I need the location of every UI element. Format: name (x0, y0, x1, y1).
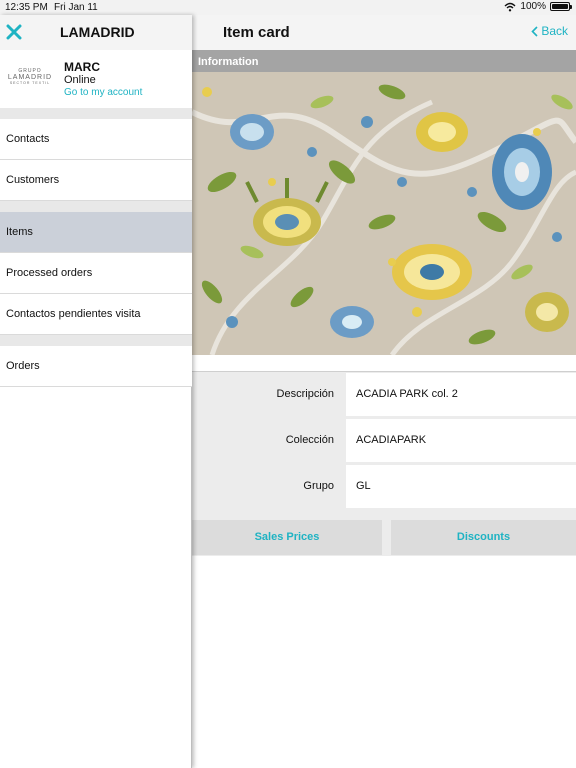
account-link[interactable]: Go to my account (64, 87, 142, 98)
side-menu: LAMADRID GRUPO LAMADRID SECTOR TEXTIL MA… (0, 15, 192, 768)
field-value: ACADIAPARK (346, 419, 576, 462)
battery-percent: 100% (520, 1, 546, 12)
divider (192, 355, 576, 372)
menu-item-contactos-pendientes[interactable]: Contactos pendientes visita (0, 294, 192, 335)
user-name: MARC (64, 60, 100, 74)
field-row-descripcion: Descripción ACADIA PARK col. 2 (192, 373, 576, 416)
battery-icon (550, 2, 572, 11)
menu-separator (0, 108, 192, 119)
fabric-pattern (192, 72, 576, 355)
menu-item-orders[interactable]: Orders (0, 346, 192, 387)
field-value: ACADIA PARK col. 2 (346, 373, 576, 416)
item-card-pane: Item card Back Information Descripción A… (192, 15, 576, 768)
status-right: 100% (504, 1, 572, 12)
field-label: Descripción (192, 373, 342, 416)
status-date: Fri Jan 11 (54, 2, 98, 13)
status-time: 12:35 PM (5, 2, 48, 13)
field-row-coleccion: Colección ACADIAPARK (192, 419, 576, 462)
menu-item-processed-orders[interactable]: Processed orders (0, 253, 192, 294)
menu-header: LAMADRID (0, 15, 192, 50)
company-logo: GRUPO LAMADRID SECTOR TEXTIL (7, 68, 53, 85)
field-label: Colección (192, 419, 342, 462)
field-row-grupo: Grupo GL (192, 465, 576, 508)
user-status: Online (64, 74, 96, 86)
close-icon[interactable] (6, 24, 22, 40)
discounts-button[interactable]: Discounts (391, 520, 576, 555)
page-title: Item card (223, 24, 290, 41)
item-image (192, 72, 576, 355)
wifi-icon (504, 2, 516, 11)
status-bar: 12:35 PM Fri Jan 11 100% (0, 0, 576, 15)
user-block: GRUPO LAMADRID SECTOR TEXTIL MARC Online… (0, 50, 192, 108)
menu-separator (0, 201, 192, 212)
menu-item-items[interactable]: Items (0, 212, 192, 253)
back-label: Back (541, 24, 568, 38)
sales-prices-button[interactable]: Sales Prices (192, 520, 382, 555)
content-empty-area (192, 556, 576, 768)
menu-item-customers[interactable]: Customers (0, 160, 192, 201)
section-header-information: Information (192, 50, 576, 72)
field-value: GL (346, 465, 576, 508)
field-label: Grupo (192, 465, 342, 508)
menu-separator (0, 335, 192, 346)
back-button[interactable]: Back (531, 24, 568, 38)
menu-item-contacts[interactable]: Contacts (0, 119, 192, 160)
content-navbar: Item card Back (192, 15, 576, 50)
menu-brand: LAMADRID (60, 24, 135, 40)
chevron-left-icon (531, 25, 538, 37)
